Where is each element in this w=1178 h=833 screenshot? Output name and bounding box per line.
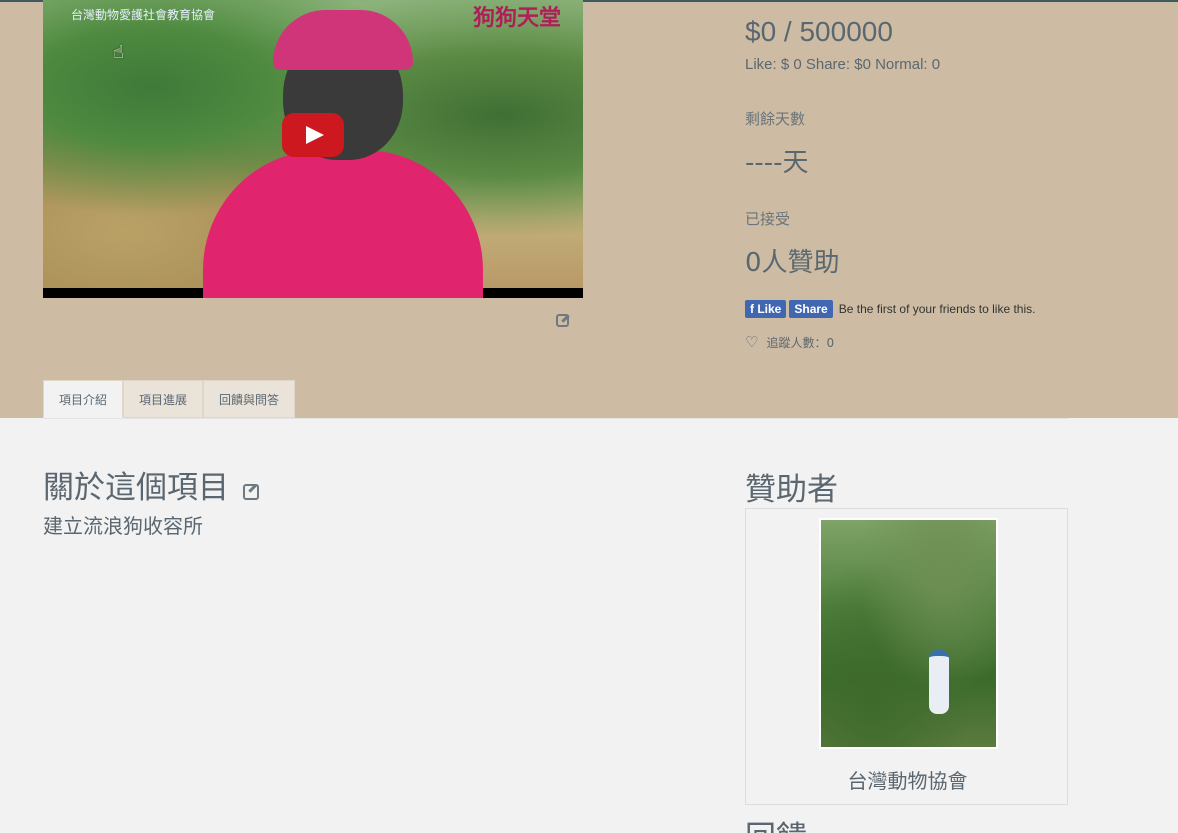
edit-about-icon[interactable] (242, 484, 259, 500)
sponsor-photo-post (929, 650, 949, 714)
video-logo-left: 台灣動物愛護社會教育協會 (71, 8, 216, 22)
project-tabs: 項目介紹 項目進展 回饋與問答 (43, 380, 296, 418)
days-remaining-label: 剩餘天數 (745, 110, 806, 128)
facebook-social-text: Be the first of your friends to like thi… (838, 302, 1036, 316)
video-logo-right: 狗狗天堂 (473, 6, 562, 31)
sponsors-title: 贊助者 (745, 472, 838, 508)
facebook-like-label: Like (757, 302, 782, 316)
feedback-section-title: 回饋 (745, 820, 807, 833)
accepted-value: 0人贊助 (745, 248, 840, 278)
accepted-label: 已接受 (745, 210, 791, 228)
funding-breakdown: Like: $ 0 Share: $0 Normal: 0 (745, 56, 941, 73)
sponsor-name: 台灣動物協會 (847, 769, 968, 793)
facebook-share-button[interactable]: Share (789, 300, 833, 318)
sponsor-photo (819, 518, 998, 749)
video-player[interactable]: 台灣動物愛護社會教育協會 狗狗天堂 ☝ (43, 0, 583, 298)
tab-divider (43, 418, 1069, 419)
about-title-text: 關於這個項目 (43, 470, 229, 506)
hand-cursor-icon: ☝ (113, 42, 124, 63)
days-remaining-value: ----天 (745, 148, 809, 178)
edit-video-icon[interactable] (556, 314, 569, 327)
tab-project-intro[interactable]: 項目介紹 (43, 380, 124, 418)
facebook-like-button[interactable]: f Like (745, 300, 787, 318)
about-section-title: 關於這個項目 (43, 462, 259, 507)
play-button[interactable] (282, 113, 344, 157)
heart-icon: ♡ (745, 333, 759, 351)
follow-button[interactable]: ♡ 追蹤人數：0 (745, 333, 834, 351)
facebook-widget: f Like Share Be the first of your friend… (745, 300, 1035, 318)
funding-amount: $0 / 500000 (745, 16, 893, 47)
follow-count: 追蹤人數：0 (766, 335, 835, 350)
facebook-icon: f (750, 302, 754, 316)
sponsor-card[interactable]: 台灣動物協會 (745, 508, 1068, 805)
about-description: 建立流浪狗收容所 (43, 514, 203, 538)
tab-feedback-qa[interactable]: 回饋與問答 (203, 380, 296, 418)
tab-project-progress[interactable]: 項目進展 (123, 380, 204, 418)
